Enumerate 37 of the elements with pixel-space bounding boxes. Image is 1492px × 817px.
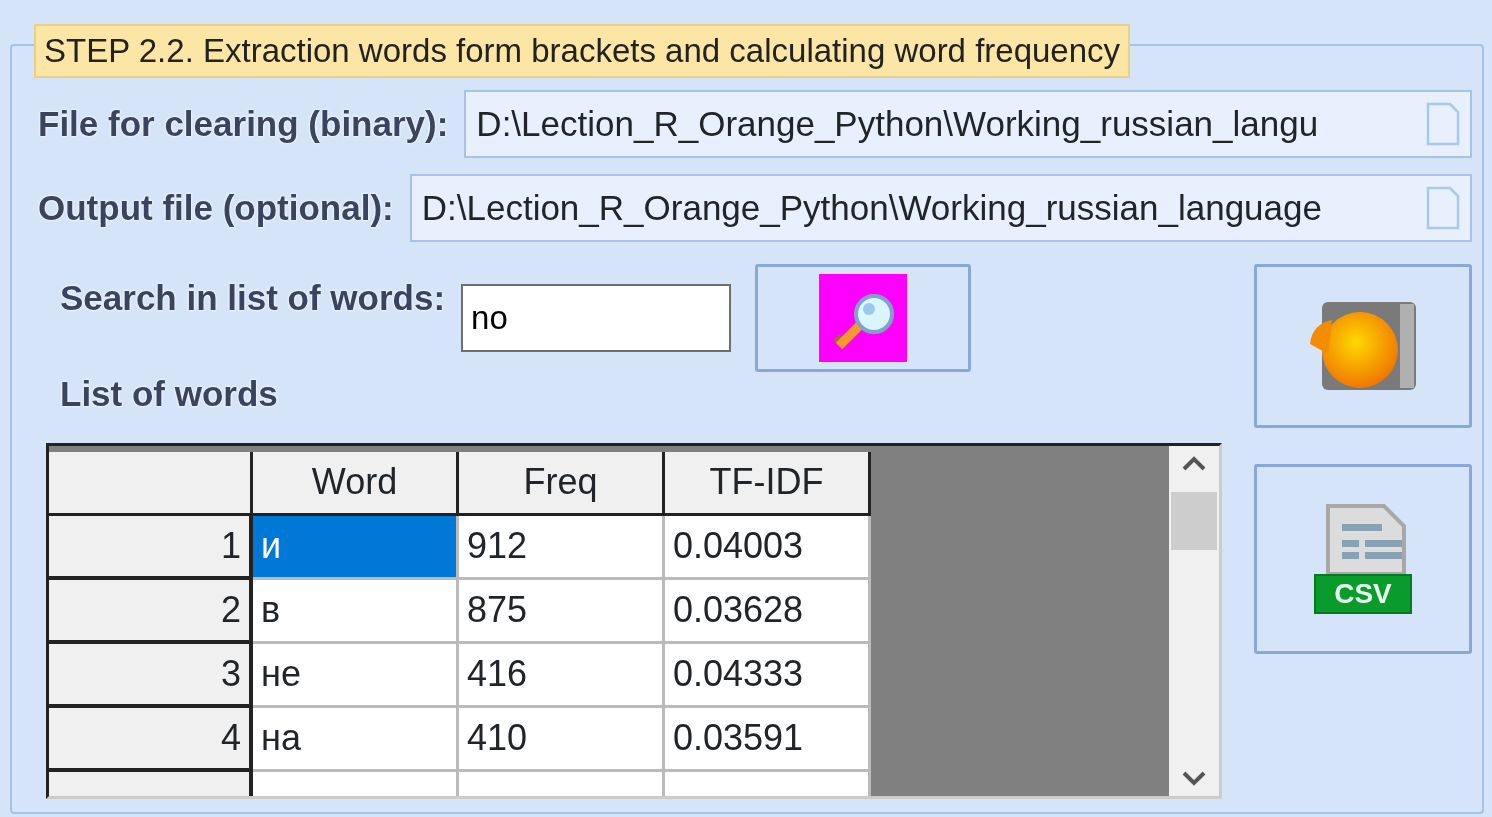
search-field[interactable]: no — [461, 284, 732, 352]
field-label: Output file (optional): — [38, 186, 394, 229]
field-label: File for clearing (binary): — [38, 102, 449, 145]
search-button[interactable] — [755, 264, 972, 372]
file-icon[interactable] — [1426, 186, 1460, 230]
scrollbar[interactable] — [1169, 445, 1219, 796]
search-label: Search in list of words: — [60, 277, 446, 319]
row-header: 3 — [49, 643, 253, 708]
file-path-field[interactable]: D:\Lection_R_Orange_Python\Working_russian_langu — [464, 90, 1472, 158]
column-header[interactable]: Freq — [459, 451, 665, 516]
row-header: 1 — [49, 515, 253, 580]
scroll-down-icon[interactable] — [1181, 769, 1207, 788]
csv-badge: CSV — [1314, 574, 1412, 614]
table-cell: 416 — [459, 643, 665, 708]
table-cell: 0.03628 — [665, 579, 871, 644]
column-header[interactable]: Word — [253, 451, 459, 516]
file-path-field[interactable]: D:\Lection_R_Orange_Python\Working_russian_language — [409, 174, 1472, 242]
table-cell: в — [253, 579, 459, 644]
table-cell: 0.03591 — [665, 707, 871, 772]
traffic-light-icon — [1308, 300, 1418, 392]
scroll-thumb[interactable] — [1171, 491, 1217, 550]
row-header: 4 — [49, 707, 253, 772]
table-cell: 875 — [459, 579, 665, 644]
table-cell: 410 — [459, 707, 665, 772]
group-title: STEP 2.2. Extraction words form brackets and calculating word frequency — [34, 24, 1131, 78]
table-cell: 912 — [459, 515, 665, 580]
table-cell: 0.04333 — [665, 643, 871, 708]
magnifier-icon — [819, 274, 908, 362]
list-label: List of words — [59, 373, 279, 415]
table-cell: на — [253, 707, 459, 772]
row-header: 2 — [49, 579, 253, 644]
table-cell: не — [253, 643, 459, 708]
table-cell: и — [253, 515, 459, 580]
table-cell: 0.04003 — [665, 515, 871, 580]
column-header[interactable]: TF-IDF — [665, 451, 871, 516]
stop-button[interactable] — [1254, 264, 1472, 428]
file-icon[interactable] — [1426, 102, 1460, 146]
